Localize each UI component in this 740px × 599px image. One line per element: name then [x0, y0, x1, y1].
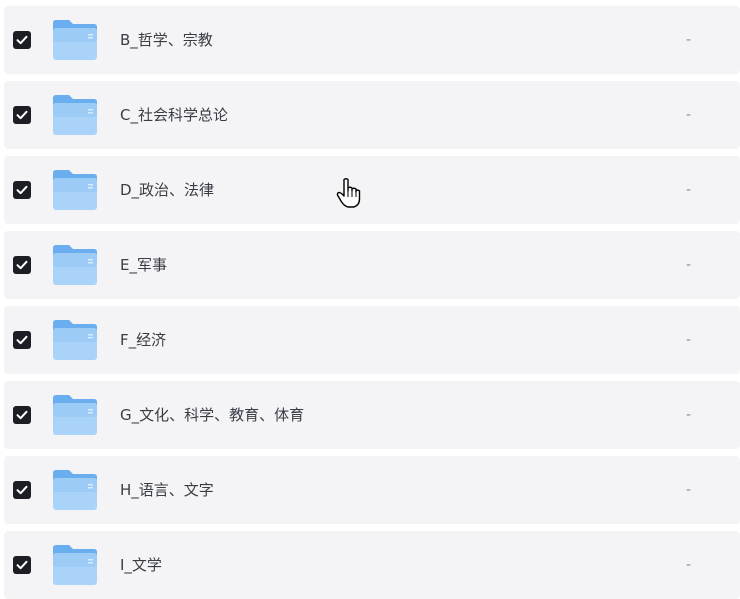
file-row-e[interactable]: E_军事 - — [4, 231, 740, 299]
file-row-b[interactable]: B_哲学、宗教 - — [4, 6, 740, 74]
file-size: - — [686, 107, 692, 123]
file-size: - — [686, 182, 692, 198]
folder-icon — [53, 320, 97, 360]
checkmark-icon — [16, 560, 28, 570]
checkmark-icon — [16, 485, 28, 495]
row-checkbox[interactable] — [13, 331, 31, 349]
checkmark-icon — [16, 185, 28, 195]
checkmark-icon — [16, 110, 28, 120]
file-size: - — [686, 482, 692, 498]
file-name[interactable]: C_社会科学总论 — [120, 104, 228, 126]
row-checkbox[interactable] — [13, 406, 31, 424]
file-name[interactable]: I_文学 — [120, 554, 162, 576]
checkmark-icon — [16, 410, 28, 420]
file-name[interactable]: E_军事 — [120, 254, 167, 276]
file-size: - — [686, 32, 692, 48]
folder-icon — [53, 545, 97, 585]
file-row-h[interactable]: H_语言、文字 - — [4, 456, 740, 524]
row-checkbox[interactable] — [13, 31, 31, 49]
folder-icon — [53, 95, 97, 135]
folder-icon — [53, 20, 97, 60]
checkmark-icon — [16, 335, 28, 345]
file-row-c[interactable]: C_社会科学总论 - — [4, 81, 740, 149]
file-row-d[interactable]: D_政治、法律 - — [4, 156, 740, 224]
row-checkbox[interactable] — [13, 481, 31, 499]
file-size: - — [686, 407, 692, 423]
row-checkbox[interactable] — [13, 181, 31, 199]
file-size: - — [686, 332, 692, 348]
file-list: B_哲学、宗教 - C_社会科学总论 - D_政治、法律 - E_军事 - F_… — [0, 0, 740, 599]
file-row-f[interactable]: F_经济 - — [4, 306, 740, 374]
row-checkbox[interactable] — [13, 256, 31, 274]
file-row-g[interactable]: G_文化、科学、教育、体育 - — [4, 381, 740, 449]
folder-icon — [53, 170, 97, 210]
file-name[interactable]: D_政治、法律 — [120, 179, 214, 201]
file-size: - — [686, 257, 692, 273]
checkmark-icon — [16, 260, 28, 270]
folder-icon — [53, 395, 97, 435]
file-row-i[interactable]: I_文学 - — [4, 531, 740, 599]
file-name[interactable]: G_文化、科学、教育、体育 — [120, 404, 304, 426]
file-name[interactable]: F_经济 — [120, 329, 166, 351]
checkmark-icon — [16, 35, 28, 45]
file-name[interactable]: B_哲学、宗教 — [120, 29, 213, 51]
folder-icon — [53, 245, 97, 285]
row-checkbox[interactable] — [13, 106, 31, 124]
row-checkbox[interactable] — [13, 556, 31, 574]
file-name[interactable]: H_语言、文字 — [120, 479, 214, 501]
file-size: - — [686, 557, 692, 573]
folder-icon — [53, 470, 97, 510]
